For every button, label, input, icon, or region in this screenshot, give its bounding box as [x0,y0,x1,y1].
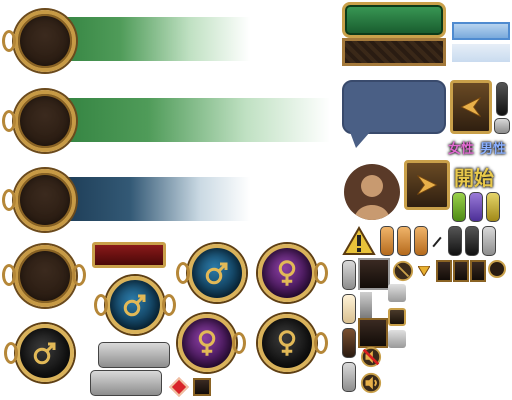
male-orb-blue-2[interactable] [106,276,164,334]
start-label[interactable]: 開始 [454,162,494,191]
male-symbol-icon [123,294,146,317]
male-orb-blue[interactable] [188,244,246,302]
gray-panel-1 [98,342,170,368]
portrait-frame-4 [14,245,76,307]
portrait-frame-2 [14,90,76,152]
red-gem-icon [169,377,189,397]
green-bar-2 [50,98,330,142]
orb-ornament-2 [314,262,328,284]
cream-pill[interactable] [342,294,356,324]
dark-tile-1 [436,260,452,282]
male-symbol-icon [205,262,228,285]
orb-ornament-7 [314,332,328,354]
dark-tile-3 [470,260,486,282]
orb-ornament-1 [176,262,190,284]
warning-icon [342,226,376,255]
mute-icon[interactable] [360,346,382,368]
speech-bubble-tail [350,132,370,148]
gray-tall-pill[interactable] [342,260,356,290]
orb-ornament-6 [232,332,246,354]
gray-bar-vertical [360,292,372,318]
female-label[interactable]: 女性 [448,138,474,157]
portrait-frame-1 [14,10,76,72]
gray-arrow-button-2[interactable] [388,330,406,348]
gray-panel-2 [90,370,162,396]
next-button[interactable] [404,160,450,210]
female-symbol-icon [278,330,296,356]
dark-square-large [358,258,390,290]
ornament-left-3 [2,189,16,211]
black-pill-2[interactable] [465,226,479,256]
female-symbol-icon [278,260,296,286]
down-triangle-icon[interactable] [418,266,430,276]
green-panel[interactable] [342,2,446,38]
gold-round-button[interactable] [488,260,506,278]
gray-knob[interactable] [494,118,510,134]
ornament-right-4 [72,264,86,286]
orb-ornament-5 [4,342,18,364]
brown-pill[interactable] [342,328,356,358]
selection-bar-light [452,44,510,62]
gray-pill-1[interactable] [482,226,496,256]
avatar-icon [354,175,390,220]
prev-button[interactable] [450,80,492,134]
green-pill[interactable] [452,192,466,222]
divider-slash [432,236,442,248]
dark-slider[interactable] [496,82,508,116]
orb-ornament-3 [94,294,108,316]
no-entry-icon[interactable] [392,260,414,282]
male-orb-dark[interactable] [16,324,74,382]
gray-arrow-button[interactable] [388,284,406,302]
black-pill-1[interactable] [448,226,462,256]
dark-panel [342,38,446,66]
ornament-left-1 [2,30,16,52]
green-bar-1 [50,17,250,61]
male-label[interactable]: 男性 [480,138,506,157]
gray-pill-bottom[interactable] [342,362,356,392]
dark-square-2 [358,318,388,348]
dark-tile-2 [453,260,469,282]
female-orb-purple[interactable] [258,244,316,302]
orange-pill-3[interactable] [414,226,428,256]
gold-arrow-button[interactable] [388,308,406,326]
selection-bar [452,22,510,40]
red-plaque [92,242,166,268]
violet-pill[interactable] [469,192,483,222]
speech-bubble [342,80,446,134]
ornament-left-4 [2,264,16,286]
avatar [344,164,400,220]
arrow-right-icon [417,175,438,195]
portrait-frame-3 [14,169,76,231]
yellow-pill[interactable] [486,192,500,222]
small-square [193,378,211,396]
orange-pill-1[interactable] [380,226,394,256]
orange-pill-2[interactable] [397,226,411,256]
female-orb-dark[interactable] [258,314,316,372]
female-orb-purple-2[interactable] [178,314,236,372]
arrow-left-icon [460,97,481,117]
ornament-left-2 [2,110,16,132]
speaker-icon[interactable] [360,372,382,394]
female-symbol-icon [198,330,216,356]
orb-ornament-4 [162,294,176,316]
male-symbol-icon [33,342,56,365]
blue-bar [50,177,250,221]
